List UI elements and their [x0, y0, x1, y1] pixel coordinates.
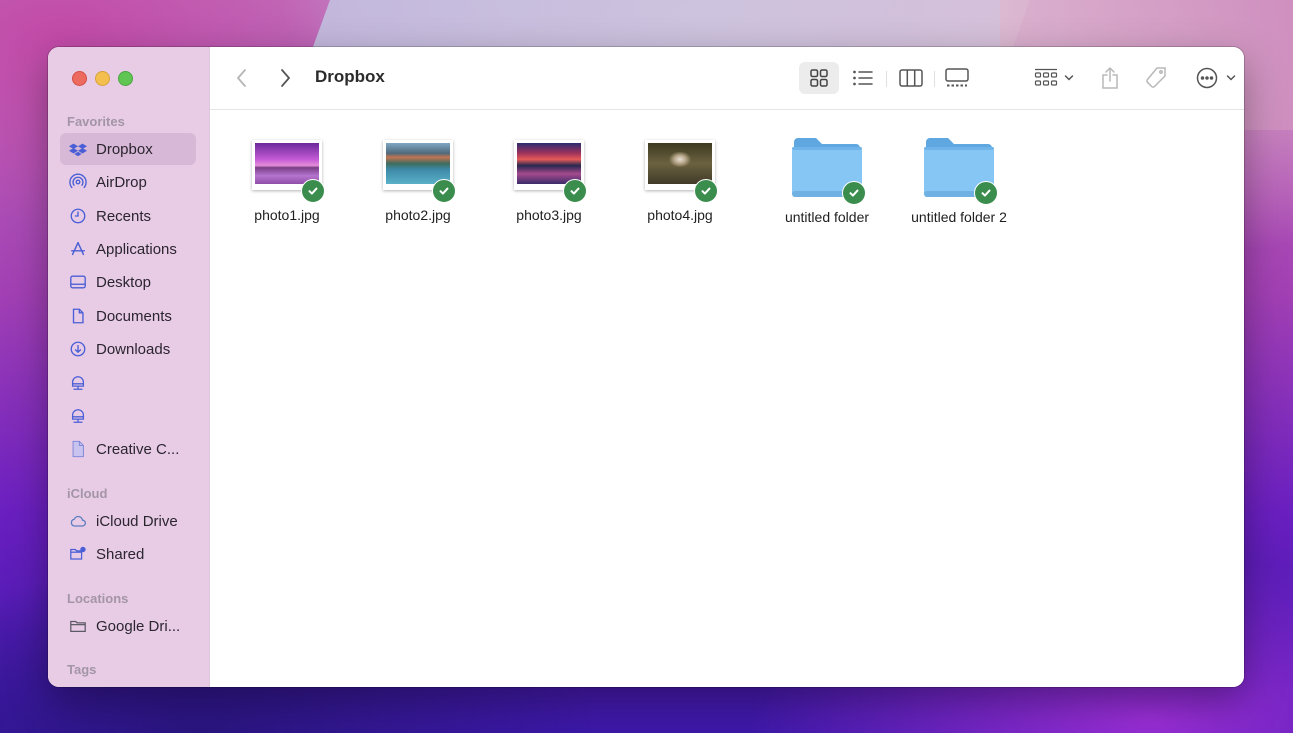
- download-icon: [68, 339, 88, 359]
- minimize-button[interactable]: [95, 71, 110, 86]
- file-item[interactable]: photo2.jpg: [348, 127, 488, 223]
- sync-check-icon: [974, 181, 998, 205]
- document-icon: [68, 306, 88, 326]
- window-title: Dropbox: [315, 67, 385, 86]
- file-name: untitled folder: [784, 209, 870, 225]
- file-item[interactable]: photo4.jpg: [610, 127, 750, 223]
- sidebar-item-downloads[interactable]: Downloads: [60, 333, 196, 365]
- desktop-icon: [68, 272, 88, 292]
- airdrop-icon: [68, 172, 88, 192]
- sidebar-item-label: Applications: [96, 240, 177, 258]
- file-name: photo3.jpg: [516, 207, 582, 223]
- file-icon: [68, 439, 88, 459]
- shared-folder-icon: [68, 544, 88, 564]
- sync-check-icon: [842, 181, 866, 205]
- chevron-down-icon: [1226, 75, 1236, 81]
- sync-check-icon: [432, 179, 456, 203]
- sidebar-item-desktop[interactable]: Desktop: [60, 266, 196, 298]
- grid-icon: [810, 69, 828, 87]
- sidebar-item-label: Desktop: [96, 273, 152, 291]
- gallery-view-button[interactable]: [937, 62, 977, 94]
- tag-button[interactable]: [1142, 62, 1170, 94]
- section-label-tags: Tags: [67, 662, 97, 677]
- toolbar-separator: [886, 71, 887, 87]
- zoom-button[interactable]: [118, 71, 133, 86]
- finder-window: Favorites Dropbox AirDrop Recents Applic…: [48, 47, 1244, 687]
- sidebar-item-creative-cloud[interactable]: Creative C...: [60, 433, 196, 465]
- sidebar-item-applications[interactable]: Applications: [60, 233, 196, 265]
- file-name: photo2.jpg: [385, 207, 451, 223]
- sync-check-icon: [694, 179, 718, 203]
- network-drive-icon: [68, 406, 88, 426]
- section-label-favorites: Favorites: [67, 114, 125, 129]
- group-by-icon: [1034, 68, 1058, 86]
- folder-icon: [68, 616, 88, 636]
- applications-icon: [68, 239, 88, 259]
- sidebar-item-documents[interactable]: Documents: [60, 300, 196, 332]
- section-label-icloud: iCloud: [67, 486, 108, 501]
- sidebar-item-label: Shared: [96, 545, 145, 563]
- file-name: photo1.jpg: [254, 207, 320, 223]
- sidebar-item-label: Recents: [96, 207, 152, 225]
- gallery-icon: [945, 68, 969, 87]
- share-icon: [1102, 66, 1118, 89]
- close-button[interactable]: [72, 71, 87, 86]
- chevron-right-icon: [281, 69, 291, 87]
- sidebar-item-network-drive[interactable]: [60, 400, 196, 432]
- icon-view-button[interactable]: [799, 62, 839, 94]
- section-label-locations: Locations: [67, 591, 129, 606]
- tag-icon: [1146, 67, 1166, 88]
- sidebar-item-label: Downloads: [96, 340, 171, 358]
- ellipsis-circle-icon: [1196, 67, 1218, 89]
- share-button[interactable]: [1096, 62, 1124, 94]
- sidebar-item-label: iCloud Drive: [96, 512, 178, 530]
- sidebar-item-label: AirDrop: [96, 173, 147, 191]
- chevron-left-icon: [236, 69, 246, 87]
- window-controls: [72, 71, 133, 86]
- toolbar: Dropbox: [210, 47, 1244, 110]
- sidebar-item-recents[interactable]: Recents: [60, 200, 196, 232]
- sync-check-icon: [301, 179, 325, 203]
- sidebar-item-google-drive[interactable]: Google Dri...: [60, 610, 196, 642]
- cloud-icon: [68, 511, 88, 531]
- folder-item[interactable]: untitled folder: [757, 127, 897, 225]
- sidebar-item-label: Google Dri...: [96, 617, 181, 635]
- file-name: untitled folder 2: [911, 209, 1007, 225]
- sidebar-item-icloud-drive[interactable]: iCloud Drive: [60, 505, 196, 537]
- network-drive-icon: [68, 373, 88, 393]
- forward-button[interactable]: [271, 62, 299, 94]
- more-actions-button[interactable]: [1194, 62, 1238, 94]
- file-item[interactable]: photo3.jpg: [479, 127, 619, 223]
- sidebar-item-label: Documents: [96, 307, 172, 325]
- sidebar-item-shared[interactable]: Shared: [60, 538, 196, 570]
- group-by-button[interactable]: [1030, 62, 1078, 94]
- folder-item[interactable]: untitled folder 2: [889, 127, 1029, 225]
- sidebar-item-network-drive[interactable]: [60, 367, 196, 399]
- sidebar-item-dropbox[interactable]: Dropbox: [60, 133, 196, 165]
- chevron-down-icon: [1064, 75, 1074, 81]
- list-icon: [853, 70, 873, 86]
- toolbar-separator: [934, 71, 935, 87]
- columns-icon: [899, 69, 923, 87]
- column-view-button[interactable]: [891, 62, 931, 94]
- list-view-button[interactable]: [843, 62, 883, 94]
- main-content: Dropbox photo1.jpg photo2.jpg photo3.jpg…: [210, 47, 1244, 687]
- sidebar: Favorites Dropbox AirDrop Recents Applic…: [48, 47, 210, 687]
- sync-check-icon: [563, 179, 587, 203]
- clock-icon: [68, 206, 88, 226]
- back-button[interactable]: [228, 62, 256, 94]
- sidebar-item-label: Dropbox: [96, 140, 153, 158]
- file-name: photo4.jpg: [647, 207, 713, 223]
- dropbox-icon: [68, 139, 88, 159]
- sidebar-item-label: Creative C...: [96, 440, 180, 458]
- sidebar-item-airdrop[interactable]: AirDrop: [60, 166, 196, 198]
- file-item[interactable]: photo1.jpg: [217, 127, 357, 223]
